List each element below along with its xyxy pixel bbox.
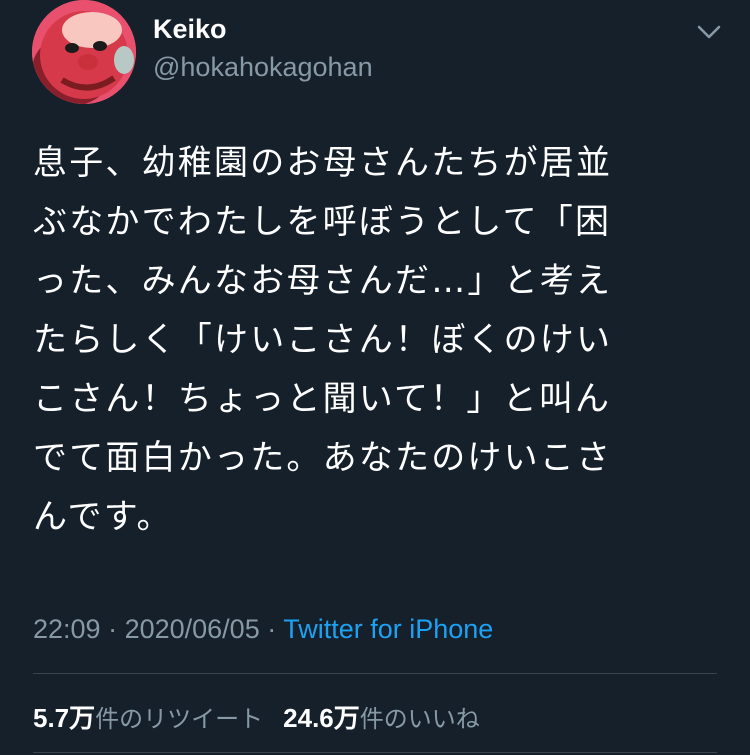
tweet-text-line: こさん！ちょっと聞いて！」と叫ん [33,379,612,419]
retweets-stat[interactable]: 5.7万件のリツイート [33,703,263,733]
likes-stat[interactable]: 24.6万件のいいね [283,703,480,733]
author-handle[interactable]: @hokahokagohan [153,52,373,83]
tweet-source-link[interactable]: Twitter for iPhone [283,614,493,644]
tweet-text-line: 息子、幼稚園のお母さんたちが居並 [33,143,613,183]
author-avatar[interactable] [32,0,136,104]
tweet-text-line: んです。 [33,497,173,537]
tweet-text-line: った、みんなお母さんだ…」と考え [33,261,613,301]
tweet-meta: 22:09 · 2020/06/05 · Twitter for iPhone [33,614,493,645]
retweets-label: 件のリツイート [95,705,264,733]
tweet-text-line: ぶなかでわたしを呼ぼうとして「困 [33,202,612,242]
retweets-count: 5.7万 [33,703,96,733]
tweet-stats: 5.7万件のリツイート 24.6万件のいいね [33,698,480,735]
tweet-text-line: でて面白かった。あなたのけいこさ [33,438,613,478]
likes-count: 24.6万 [283,703,360,733]
tweet-time[interactable]: 22:09 [33,614,101,644]
meta-separator: · [259,614,284,644]
tweet-date[interactable]: 2020/06/05 [125,614,260,644]
tweet-card: Keiko @hokahokagohan 息子、幼稚園のお母さんたちが居並 ぶなか… [0,0,750,755]
likes-label: 件のいいね [359,705,480,733]
tweet-text-line: たらしく「けいこさん！ぼくのけい [33,320,613,360]
tweet-text: 息子、幼稚園のお母さんたちが居並 ぶなかでわたしを呼ぼうとして「困 った、みんなお母… [33,134,703,547]
author-display-name[interactable]: Keiko [153,14,227,45]
divider [33,673,717,674]
red-toy-character-avatar-icon [32,0,136,104]
divider [33,752,717,753]
meta-separator: · [100,614,125,644]
chevron-down-icon[interactable] [696,22,722,42]
